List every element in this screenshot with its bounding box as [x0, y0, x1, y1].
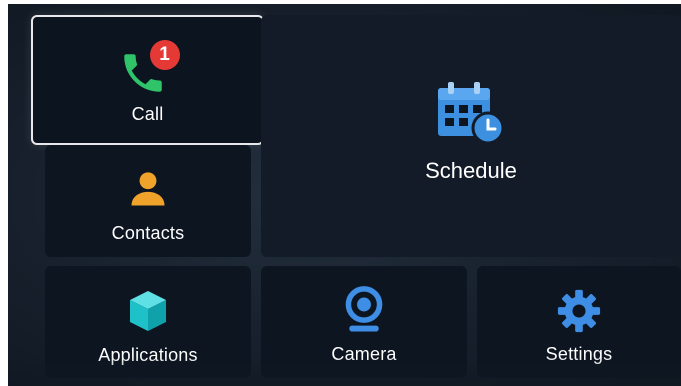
applications-label: Applications — [98, 344, 198, 365]
settings-label: Settings — [545, 343, 613, 364]
gear-icon — [557, 289, 601, 332]
cube-icon — [130, 290, 166, 331]
person-icon — [131, 171, 165, 205]
notification-badge: 1 — [149, 39, 180, 70]
call-tile[interactable]: 1 Call — [31, 15, 264, 145]
contacts-tile[interactable]: Contacts — [45, 145, 251, 257]
webcam-icon — [345, 285, 383, 331]
home-screen: 1 Call Contacts Schedule Applications Ca… — [8, 4, 681, 386]
settings-tile[interactable]: Settings — [477, 266, 681, 378]
applications-tile[interactable]: Applications — [45, 266, 251, 378]
schedule-label: Schedule — [425, 158, 517, 183]
call-label: Call — [131, 103, 164, 124]
schedule-tile[interactable]: Schedule — [261, 15, 681, 257]
camera-label: Camera — [331, 343, 397, 364]
calendar-clock-icon — [438, 82, 505, 145]
camera-tile[interactable]: Camera — [261, 266, 467, 378]
contacts-label: Contacts — [111, 222, 185, 243]
